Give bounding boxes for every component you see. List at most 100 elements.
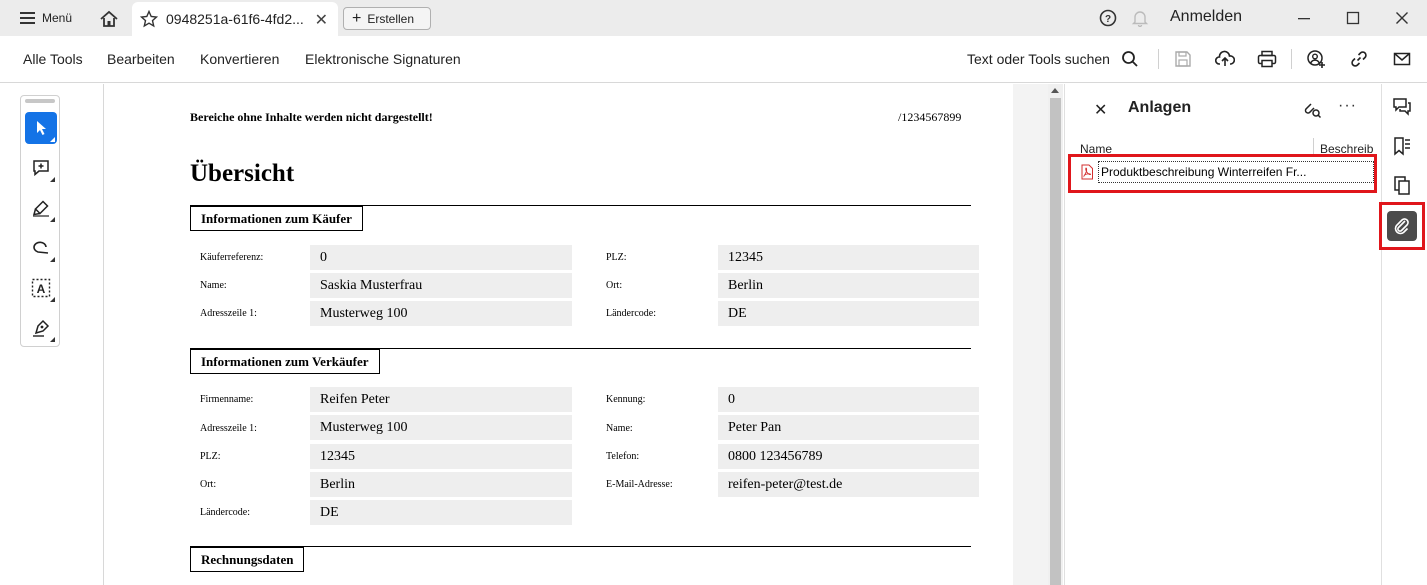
minimize-button[interactable] — [1292, 6, 1316, 30]
field-label: Ort: — [606, 280, 623, 291]
create-label: Erstellen — [367, 11, 415, 26]
copy-link-button[interactable] — [1348, 48, 1370, 70]
add-attachment-button[interactable] — [1301, 100, 1323, 120]
save-icon — [1175, 51, 1191, 67]
maximize-button[interactable] — [1341, 6, 1365, 30]
menu-label: Menü — [42, 11, 73, 25]
cloud-upload-icon — [1215, 50, 1235, 66]
add-person-icon — [1307, 50, 1325, 68]
field-value: DE — [310, 500, 572, 525]
link-icon — [1351, 51, 1367, 67]
bell-icon — [1131, 11, 1149, 28]
printer-icon — [1257, 50, 1277, 68]
comment-tool-button[interactable] — [25, 152, 57, 184]
save-button[interactable] — [1172, 48, 1194, 70]
pages-copy-icon — [1394, 176, 1410, 195]
panel-title: Anlagen — [1128, 99, 1192, 116]
panel-close-icon[interactable]: ✕ — [1094, 100, 1107, 120]
more-options-icon[interactable]: ··· — [1338, 97, 1357, 115]
field-label: Ländercode: — [606, 308, 656, 319]
document-tab[interactable]: 0948251a-61f6-4fd2... ✕ — [132, 2, 338, 36]
svg-text:?: ? — [1105, 14, 1111, 25]
help-button[interactable]: ? — [1099, 9, 1117, 27]
star-icon[interactable] — [140, 10, 158, 28]
scroll-up-icon[interactable] — [1051, 88, 1059, 93]
field-value: 0 — [310, 245, 572, 270]
search-button[interactable] — [1119, 48, 1141, 70]
draw-tool-button[interactable] — [25, 232, 57, 264]
pen-sign-icon — [33, 319, 50, 337]
field-label: Firmenname: — [200, 394, 254, 405]
help-icon: ? — [1099, 9, 1117, 27]
upload-button[interactable] — [1214, 48, 1236, 70]
bookmarks-panel-button[interactable] — [1389, 133, 1415, 159]
field-value: 12345 — [310, 444, 572, 469]
submenu-corner-icon — [50, 297, 55, 302]
text-select-icon: A — [31, 278, 51, 298]
document-gutter — [1013, 84, 1048, 585]
plus-icon: + — [352, 9, 362, 27]
email-button[interactable] — [1391, 48, 1413, 70]
field-label: PLZ: — [200, 451, 221, 462]
tab-close-icon[interactable]: ✕ — [315, 10, 328, 30]
highlight-tool-button[interactable] — [25, 192, 57, 224]
field-value: Reifen Peter — [310, 387, 572, 412]
field-label: PLZ: — [606, 252, 627, 263]
submenu-corner-icon — [50, 137, 55, 142]
field-value: Berlin — [718, 273, 979, 298]
home-button[interactable] — [98, 8, 120, 30]
field-label: Käuferreferenz: — [200, 252, 264, 263]
tool-convert[interactable]: Konvertieren — [200, 51, 279, 67]
title-bar: Menü 0948251a-61f6-4fd2... ✕ + Erstellen… — [0, 0, 1427, 36]
signin-link[interactable]: Anmelden — [1170, 8, 1242, 26]
highlight-annotation-box — [1379, 202, 1425, 250]
submenu-corner-icon — [50, 337, 55, 342]
create-button[interactable]: + Erstellen — [343, 7, 431, 30]
comment-add-icon — [33, 160, 49, 177]
cursor-arrow-icon — [37, 121, 46, 135]
close-window-button[interactable] — [1390, 6, 1414, 30]
vertical-scrollbar[interactable] — [1048, 84, 1063, 585]
field-label: Kennung: — [606, 394, 646, 405]
text-recognition-tool-button[interactable]: A — [25, 272, 57, 304]
right-rail — [1381, 84, 1427, 585]
field-label: Telefon: — [606, 451, 640, 462]
tool-e-signatures[interactable]: Elektronische Signaturen — [305, 51, 461, 67]
pages-panel-button[interactable] — [1389, 172, 1415, 198]
field-label: Adresszeile 1: — [200, 423, 257, 434]
main-toolbar: Alle Tools Bearbeiten Konvertieren Elekt… — [0, 36, 1427, 83]
print-button[interactable] — [1256, 48, 1278, 70]
tool-edit[interactable]: Bearbeiten — [107, 51, 175, 67]
highlight-annotation-box — [1068, 154, 1377, 193]
field-value: reifen-peter@test.de — [718, 472, 979, 497]
select-tool-button[interactable] — [25, 112, 57, 144]
seller-section-heading: Informationen zum Verkäufer — [190, 349, 380, 374]
close-icon — [1396, 12, 1408, 24]
notifications-button[interactable] — [1131, 9, 1149, 28]
search-tools-label[interactable]: Text oder Tools suchen — [967, 51, 1110, 67]
field-value: DE — [718, 301, 979, 326]
section-rule — [190, 546, 971, 547]
field-label: E-Mail-Adresse: — [606, 479, 673, 490]
share-person-button[interactable] — [1305, 48, 1327, 70]
tool-all-tools[interactable]: Alle Tools — [23, 51, 83, 67]
buyer-section-heading: Informationen zum Käufer — [190, 206, 363, 231]
search-icon — [1122, 51, 1138, 67]
minimize-icon — [1298, 18, 1310, 20]
home-icon — [100, 10, 118, 27]
highlighter-icon — [32, 200, 49, 217]
submenu-corner-icon — [50, 257, 55, 262]
field-label: Name: — [200, 280, 227, 291]
scrollbar-thumb[interactable] — [1050, 98, 1061, 585]
field-value: Berlin — [310, 472, 572, 497]
menu-button[interactable]: Menü — [20, 8, 72, 28]
comments-icon — [1393, 98, 1411, 116]
panel-grip-handle[interactable] — [25, 99, 55, 103]
freehand-draw-icon — [33, 241, 49, 254]
field-label: Name: — [606, 423, 633, 434]
field-label: Ländercode: — [200, 507, 250, 518]
document-id: /1234567899 — [898, 110, 962, 124]
sign-tool-button[interactable] — [25, 312, 57, 344]
comments-panel-button[interactable] — [1389, 94, 1415, 120]
bookmark-list-icon — [1394, 137, 1410, 156]
